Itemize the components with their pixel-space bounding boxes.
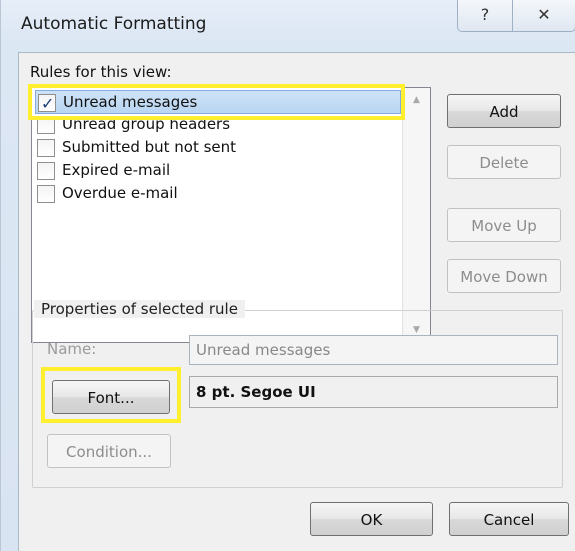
condition-button-label: Condition... (66, 443, 152, 461)
condition-button[interactable]: Condition... (47, 434, 171, 468)
rule-label: Expired e-mail (62, 161, 171, 179)
move-up-button[interactable]: Move Up (447, 208, 561, 242)
rule-item-submitted-but-not-sent[interactable]: Submitted but not sent (35, 136, 401, 160)
close-button[interactable]: ✕ (512, 0, 575, 32)
name-label: Name: (47, 340, 97, 358)
ok-button-label: OK (360, 511, 383, 529)
font-value: 8 pt. Segoe UI (196, 383, 316, 401)
scroll-up-icon[interactable]: ▲ (403, 90, 430, 110)
add-button-label: Add (489, 103, 519, 121)
dialog-client-area: Rules for this view: ✓ Unread messages U… (18, 52, 575, 551)
name-field[interactable]: Unread messages (189, 335, 558, 365)
help-button[interactable]: ? (457, 0, 513, 32)
rules-label: Rules for this view: (30, 63, 172, 81)
ok-button[interactable]: OK (310, 502, 433, 536)
rule-label: Overdue e-mail (62, 184, 178, 202)
cancel-button[interactable]: Cancel (449, 502, 569, 536)
delete-button[interactable]: Delete (447, 145, 561, 179)
rule-item-overdue-email[interactable]: Overdue e-mail (35, 182, 401, 206)
rule-item-expired-email[interactable]: Expired e-mail (35, 159, 401, 183)
rule-checkbox[interactable] (37, 185, 55, 203)
delete-button-label: Delete (479, 154, 529, 172)
help-icon: ? (480, 5, 490, 24)
cancel-button-label: Cancel (483, 511, 535, 529)
rule-checkbox[interactable] (37, 139, 55, 157)
close-icon: ✕ (537, 5, 551, 24)
move-down-button-label: Move Down (460, 268, 548, 286)
add-button[interactable]: Add (447, 94, 561, 128)
move-up-button-label: Move Up (471, 217, 537, 235)
rule-checkbox[interactable] (37, 162, 55, 180)
font-display: 8 pt. Segoe UI (189, 376, 558, 408)
title-bar[interactable]: Automatic Formatting ? ✕ (1, 0, 575, 50)
properties-group-title: Properties of selected rule (34, 300, 245, 318)
automatic-formatting-dialog: Automatic Formatting ? ✕ Rules for this … (0, 0, 575, 551)
rules-scrollbar[interactable]: ▲ ▼ (402, 88, 430, 342)
move-down-button[interactable]: Move Down (447, 259, 561, 293)
name-field-value: Unread messages (196, 341, 331, 359)
rule-label: Submitted but not sent (62, 138, 237, 156)
selected-rule-highlight (28, 84, 405, 120)
dialog-title: Automatic Formatting (21, 14, 207, 34)
font-button-highlight (41, 367, 181, 423)
